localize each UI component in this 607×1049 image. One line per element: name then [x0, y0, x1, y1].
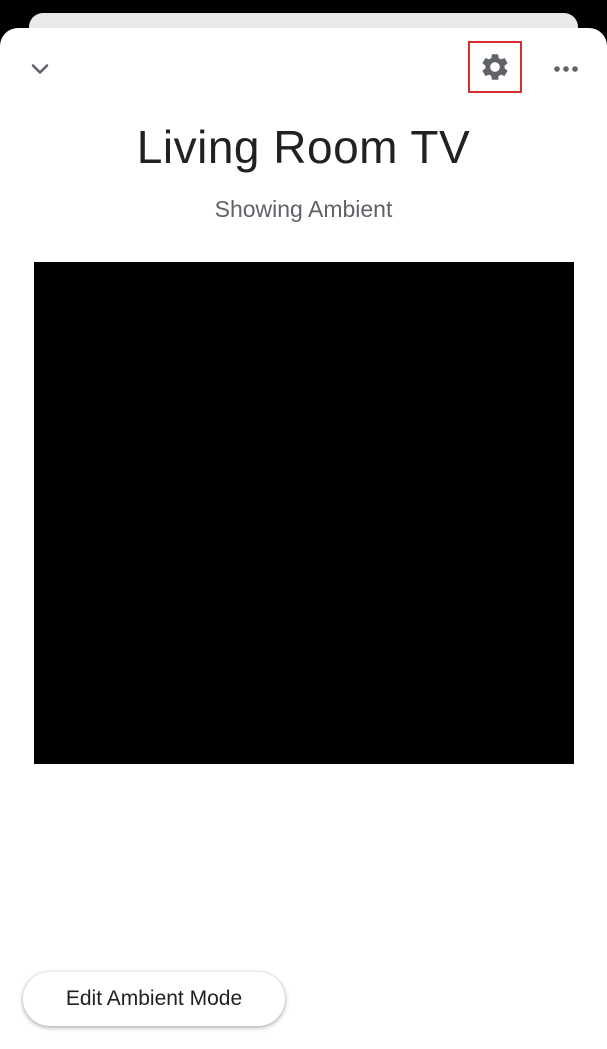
chevron-down-icon [31, 64, 49, 74]
more-horizontal-icon [554, 66, 578, 72]
device-status: Showing Ambient [214, 196, 393, 222]
edit-ambient-mode-button[interactable]: Edit Ambient Mode [23, 972, 285, 1026]
device-name: Living Room TV [136, 121, 471, 173]
gear-icon [482, 54, 508, 80]
collapse-button[interactable] [20, 52, 60, 86]
more-options-button[interactable] [546, 52, 586, 86]
edit-ambient-mode-label: Edit Ambient Mode [65, 987, 243, 1010]
ambient-preview[interactable] [34, 262, 574, 764]
settings-button[interactable] [468, 41, 522, 93]
